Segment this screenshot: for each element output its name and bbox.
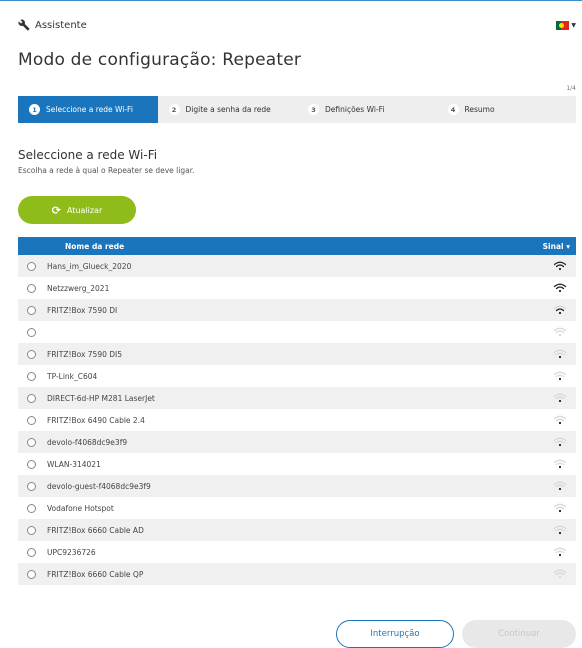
table-row[interactable]: FRITZ!Box 7590 DI5 [18, 343, 576, 365]
wifi-signal-icon [553, 283, 567, 293]
wifi-signal-icon [553, 415, 567, 425]
network-name: devolo-f4068dc9e3f9 [47, 437, 128, 447]
table-row[interactable]: DIRECT-6d-HP M281 LaserJet [18, 387, 576, 409]
wifi-signal-icon [553, 525, 567, 535]
step-wifi-settings: 3 Definições Wi-Fi [297, 96, 437, 123]
step-counter: 1/4 [566, 85, 576, 92]
wifi-signal-icon [553, 459, 567, 469]
wrench-icon [18, 19, 30, 31]
table-row[interactable]: FRITZ!Box 6660 Cable AD [18, 519, 576, 541]
table-row[interactable]: TP-Link_C604 [18, 365, 576, 387]
assistant-label: Assistente [35, 19, 87, 31]
wifi-signal-icon [553, 349, 567, 359]
language-selector[interactable]: ▼ [556, 21, 576, 30]
section-title: Seleccione a rede Wi-Fi [18, 148, 158, 162]
step-number: 3 [308, 104, 319, 115]
network-name: Hans_im_Glueck_2020 [47, 261, 132, 271]
step-summary: 4 Resumo [437, 96, 577, 123]
network-radio[interactable] [27, 283, 36, 293]
wifi-signal-icon [553, 261, 567, 271]
network-table: Nome da rede Sinal ▾ Hans_im_Glueck_2020… [18, 237, 576, 585]
network-name: UPC9236726 [47, 547, 96, 557]
wifi-signal-icon [553, 393, 567, 403]
network-radio[interactable] [27, 547, 36, 557]
step-enter-password: 2 Digite a senha da rede [158, 96, 298, 123]
step-label: Resumo [464, 105, 495, 114]
step-number: 1 [29, 104, 40, 115]
network-radio[interactable] [27, 459, 36, 469]
network-name: TP-Link_C604 [47, 371, 98, 381]
network-name: FRITZ!Box 6660 Cable AD [47, 525, 144, 535]
network-name: Vodafone Hotspot [47, 503, 114, 513]
network-name: FRITZ!Box 6660 Cable QP [47, 569, 144, 579]
table-body: Hans_im_Glueck_2020 Netzzwerg_2021 FRITZ!B… [18, 255, 576, 585]
network-name: devolo-guest-f4068dc9e3f9 [47, 481, 151, 491]
step-select-network: 1 Seleccione a rede Wi-Fi [18, 96, 158, 123]
wifi-signal-icon [553, 569, 567, 579]
step-number: 2 [168, 104, 180, 115]
network-radio[interactable] [27, 525, 36, 535]
table-row[interactable]: devolo-f4068dc9e3f9 [18, 431, 576, 453]
wifi-signal-icon [553, 371, 567, 381]
section-description: Escolha a rede à qual o Repeater se deve… [18, 166, 195, 175]
refresh-label: Atualizar [66, 205, 103, 215]
top-accent-line [0, 0, 582, 1]
wifi-signal-icon [553, 437, 567, 447]
table-header: Nome da rede Sinal ▾ [18, 237, 576, 255]
network-radio[interactable] [27, 261, 36, 271]
network-name: Netzzwerg_2021 [47, 283, 110, 293]
network-name: FRITZ!Box 7590 DI [47, 305, 118, 315]
assistant-header: Assistente [18, 17, 87, 33]
network-name: WLAN-314021 [47, 459, 101, 469]
table-row[interactable]: Hans_im_Glueck_2020 [18, 255, 576, 277]
network-name: DIRECT-6d-HP M281 LaserJet [47, 393, 155, 403]
table-row[interactable]: FRITZ!Box 6660 Cable QP [18, 563, 576, 585]
table-row[interactable]: UPC9236726 [18, 541, 576, 563]
network-radio[interactable] [27, 393, 36, 403]
network-radio[interactable] [27, 349, 36, 359]
network-radio[interactable] [27, 503, 36, 513]
network-radio[interactable] [27, 371, 36, 381]
step-label: Seleccione a rede Wi-Fi [46, 105, 133, 114]
network-radio[interactable] [27, 327, 36, 337]
table-row[interactable]: FRITZ!Box 6490 Cable 2.4 [18, 409, 576, 431]
table-row[interactable]: devolo-guest-f4068dc9e3f9 [18, 475, 576, 497]
network-name: FRITZ!Box 7590 DI5 [47, 349, 123, 359]
table-row[interactable]: Netzzwerg_2021 [18, 277, 576, 299]
step-label: Definições Wi-Fi [325, 105, 385, 114]
network-radio[interactable] [27, 415, 36, 425]
network-radio[interactable] [27, 305, 36, 315]
step-number: 4 [447, 104, 459, 115]
wifi-signal-icon [553, 547, 567, 557]
chevron-down-icon: ▼ [571, 21, 576, 29]
wifi-signal-icon [553, 327, 567, 337]
column-network-name: Nome da rede [65, 241, 125, 251]
table-row[interactable]: WLAN-314021 [18, 453, 576, 475]
step-label: Digite a senha da rede [185, 105, 271, 114]
network-name: FRITZ!Box 6490 Cable 2.4 [47, 415, 145, 425]
refresh-icon: ⟳ [51, 203, 61, 217]
wizard-steps: 1 Seleccione a rede Wi-Fi 2 Digite a sen… [18, 96, 576, 123]
wifi-signal-icon [553, 481, 567, 491]
network-radio[interactable] [27, 569, 36, 579]
portugal-flag-icon [556, 21, 570, 30]
column-signal-label: Sinal [542, 241, 564, 251]
page-title: Modo de configuração: Repeater [18, 50, 302, 70]
refresh-button[interactable]: ⟳ Atualizar [18, 196, 136, 224]
network-radio[interactable] [27, 437, 36, 447]
table-row[interactable]: FRITZ!Box 7590 DI [18, 299, 576, 321]
column-signal-sort[interactable]: Sinal ▾ [543, 242, 570, 251]
table-row[interactable] [18, 321, 576, 343]
wifi-signal-icon [553, 305, 567, 315]
network-radio[interactable] [27, 481, 36, 491]
table-row[interactable]: Vodafone Hotspot [18, 497, 576, 519]
wifi-signal-icon [553, 503, 567, 513]
